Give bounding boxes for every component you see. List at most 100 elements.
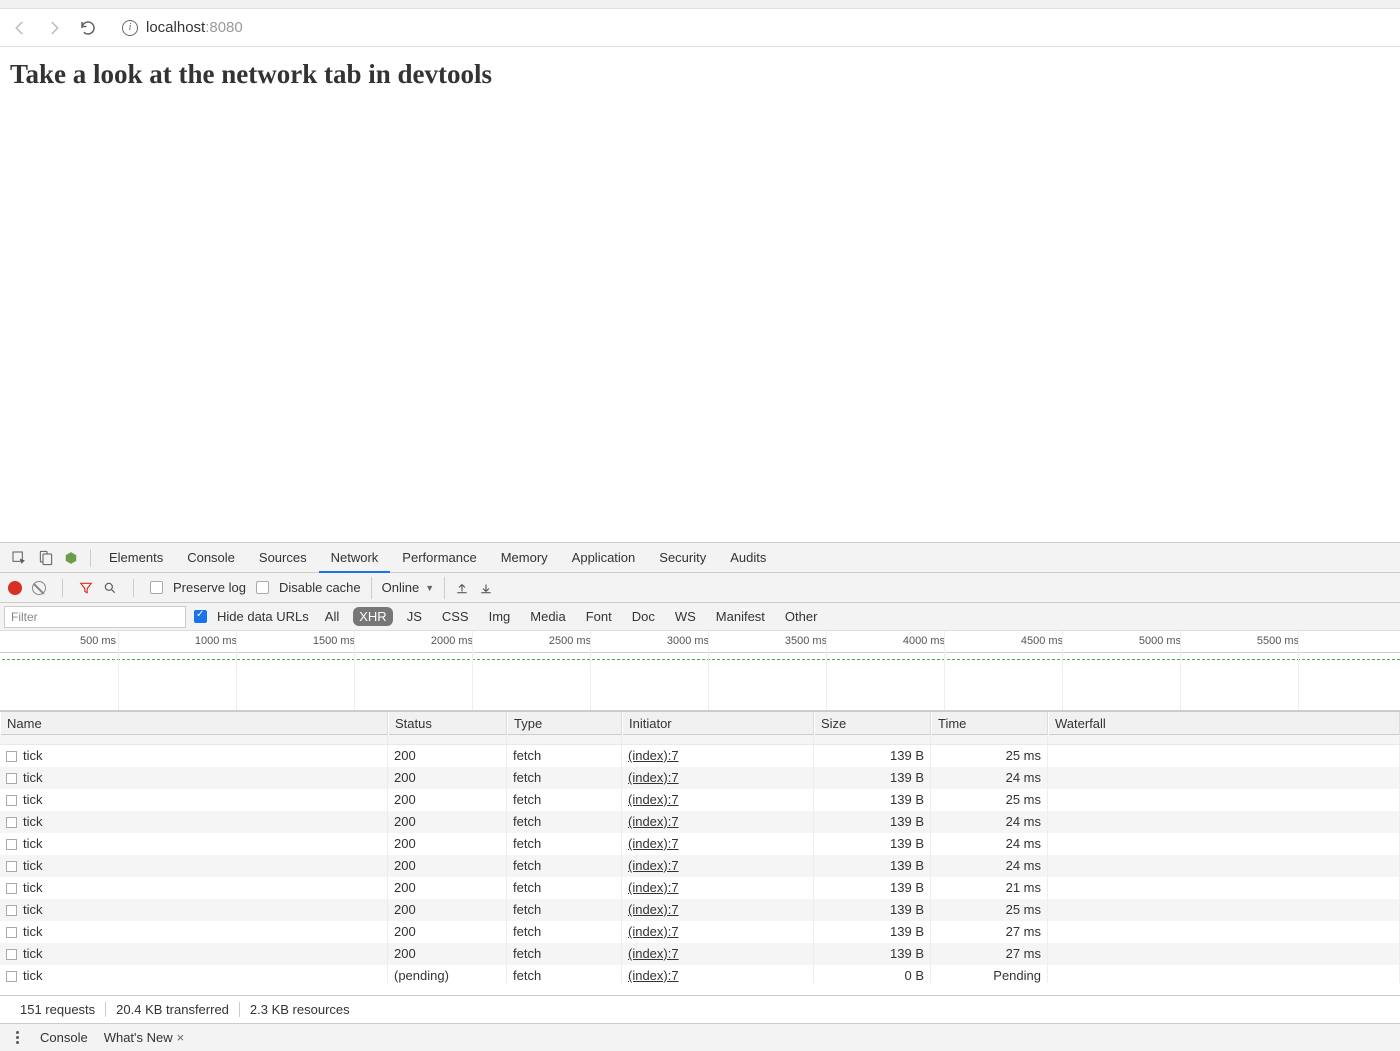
row-checkbox[interactable] <box>6 927 17 938</box>
initiator-link[interactable]: (index):7 <box>628 792 679 807</box>
filter-type-all[interactable]: All <box>319 607 345 626</box>
column-header-size[interactable]: Size <box>814 712 931 735</box>
initiator-link[interactable]: (index):7 <box>628 814 679 829</box>
column-header-time[interactable]: Time <box>931 712 1048 735</box>
table-row[interactable]: tick200fetch(index):7139 B24 ms <box>0 767 1400 789</box>
separator <box>133 579 134 597</box>
initiator-link[interactable]: (index):7 <box>628 770 679 785</box>
table-row[interactable]: tick200fetch(index):7139 B25 ms <box>0 789 1400 811</box>
column-header-name[interactable]: Name <box>0 712 388 735</box>
filter-type-font[interactable]: Font <box>580 607 618 626</box>
table-row[interactable]: tick200fetch(index):7139 B24 ms <box>0 855 1400 877</box>
cell-size: 139 B <box>814 833 931 855</box>
disable-cache-checkbox[interactable] <box>256 581 269 594</box>
filter-type-xhr[interactable]: XHR <box>353 607 392 626</box>
initiator-link[interactable]: (index):7 <box>628 946 679 961</box>
row-checkbox[interactable] <box>6 949 17 960</box>
table-row[interactable]: tick200fetch(index):7139 B24 ms <box>0 833 1400 855</box>
filter-type-ws[interactable]: WS <box>669 607 702 626</box>
upload-har-icon[interactable] <box>455 581 469 595</box>
tab-performance[interactable]: Performance <box>390 543 488 573</box>
column-header-status[interactable]: Status <box>388 712 507 735</box>
initiator-link[interactable]: (index):7 <box>628 748 679 763</box>
site-info-icon[interactable]: i <box>122 20 138 36</box>
table-row[interactable]: tick200fetch(index):7139 B25 ms <box>0 899 1400 921</box>
cell-initiator: (index):7 <box>622 899 814 921</box>
cell-size: 0 B <box>814 965 931 983</box>
tab-console[interactable]: Console <box>175 543 247 573</box>
tab-elements[interactable]: Elements <box>97 543 175 573</box>
cell-status: 200 <box>388 745 507 767</box>
device-toggle-icon[interactable] <box>32 545 58 571</box>
initiator-link[interactable]: (index):7 <box>628 924 679 939</box>
cell-status: 200 <box>388 877 507 899</box>
tab-audits[interactable]: Audits <box>718 543 778 573</box>
cell-name: tick <box>0 789 388 811</box>
row-checkbox[interactable] <box>6 883 17 894</box>
inspect-element-icon[interactable] <box>6 545 32 571</box>
initiator-link[interactable]: (index):7 <box>628 968 679 983</box>
back-button[interactable] <box>10 18 30 38</box>
address-bar[interactable]: i localhost:8080 <box>122 19 1390 36</box>
tab-security[interactable]: Security <box>647 543 718 573</box>
table-row[interactable]: tick200fetch(index):7139 B25 ms <box>0 745 1400 767</box>
search-icon[interactable] <box>103 581 117 595</box>
cell-size: 139 B <box>814 767 931 789</box>
clear-button[interactable] <box>32 581 46 595</box>
row-checkbox[interactable] <box>6 751 17 762</box>
reload-button[interactable] <box>78 18 98 38</box>
filter-type-img[interactable]: Img <box>483 607 517 626</box>
row-checkbox[interactable] <box>6 795 17 806</box>
filter-toggle-icon[interactable] <box>79 581 93 595</box>
forward-button[interactable] <box>44 18 64 38</box>
close-icon[interactable]: × <box>177 1030 185 1045</box>
hide-data-urls-checkbox[interactable] <box>194 610 207 623</box>
cell-waterfall <box>1048 943 1400 965</box>
initiator-link[interactable]: (index):7 <box>628 902 679 917</box>
tab-memory[interactable]: Memory <box>489 543 560 573</box>
filter-type-manifest[interactable]: Manifest <box>710 607 771 626</box>
table-row[interactable]: tick(pending)fetch(index):70 BPending <box>0 965 1400 983</box>
row-checkbox[interactable] <box>6 861 17 872</box>
table-row[interactable]: tick200fetch(index):7139 B21 ms <box>0 877 1400 899</box>
preserve-log-checkbox[interactable] <box>150 581 163 594</box>
table-body[interactable]: tick200fetch(index):7139 B25 mstick200fe… <box>0 735 1400 983</box>
filter-type-css[interactable]: CSS <box>436 607 475 626</box>
tab-sources[interactable]: Sources <box>247 543 319 573</box>
filter-input[interactable]: Filter <box>4 606 186 628</box>
cell-waterfall <box>1048 833 1400 855</box>
network-table: NameStatusTypeInitiatorSizeTimeWaterfall… <box>0 711 1400 995</box>
drawer-tab-whatsnew[interactable]: What's New × <box>104 1030 185 1045</box>
table-row[interactable]: tick200fetch(index):7139 B27 ms <box>0 943 1400 965</box>
download-har-icon[interactable] <box>479 581 493 595</box>
throttling-select[interactable]: Online ▼ <box>371 577 446 599</box>
row-checkbox[interactable] <box>6 971 17 982</box>
timeline-tick-line <box>354 631 355 710</box>
table-row-partial <box>0 735 1400 745</box>
row-checkbox[interactable] <box>6 773 17 784</box>
tab-network[interactable]: Network <box>319 543 391 573</box>
drawer-tab-console[interactable]: Console <box>40 1030 88 1045</box>
record-button[interactable] <box>8 581 22 595</box>
tab-application[interactable]: Application <box>560 543 648 573</box>
table-row[interactable]: tick200fetch(index):7139 B27 ms <box>0 921 1400 943</box>
column-header-initiator[interactable]: Initiator <box>622 712 814 735</box>
timeline-overview[interactable]: 500 ms1000 ms1500 ms2000 ms2500 ms3000 m… <box>0 631 1400 711</box>
filter-type-doc[interactable]: Doc <box>626 607 661 626</box>
initiator-link[interactable]: (index):7 <box>628 836 679 851</box>
cell-size: 139 B <box>814 943 931 965</box>
node-icon[interactable] <box>58 545 84 571</box>
url-text: localhost:8080 <box>146 19 243 36</box>
table-row[interactable]: tick200fetch(index):7139 B24 ms <box>0 811 1400 833</box>
initiator-link[interactable]: (index):7 <box>628 880 679 895</box>
filter-type-media[interactable]: Media <box>524 607 571 626</box>
drawer-menu-icon[interactable] <box>10 1031 24 1044</box>
filter-type-js[interactable]: JS <box>401 607 428 626</box>
column-header-waterfall[interactable]: Waterfall <box>1048 712 1400 735</box>
row-checkbox[interactable] <box>6 839 17 850</box>
filter-type-other[interactable]: Other <box>779 607 824 626</box>
initiator-link[interactable]: (index):7 <box>628 858 679 873</box>
row-checkbox[interactable] <box>6 905 17 916</box>
column-header-type[interactable]: Type <box>507 712 622 735</box>
row-checkbox[interactable] <box>6 817 17 828</box>
